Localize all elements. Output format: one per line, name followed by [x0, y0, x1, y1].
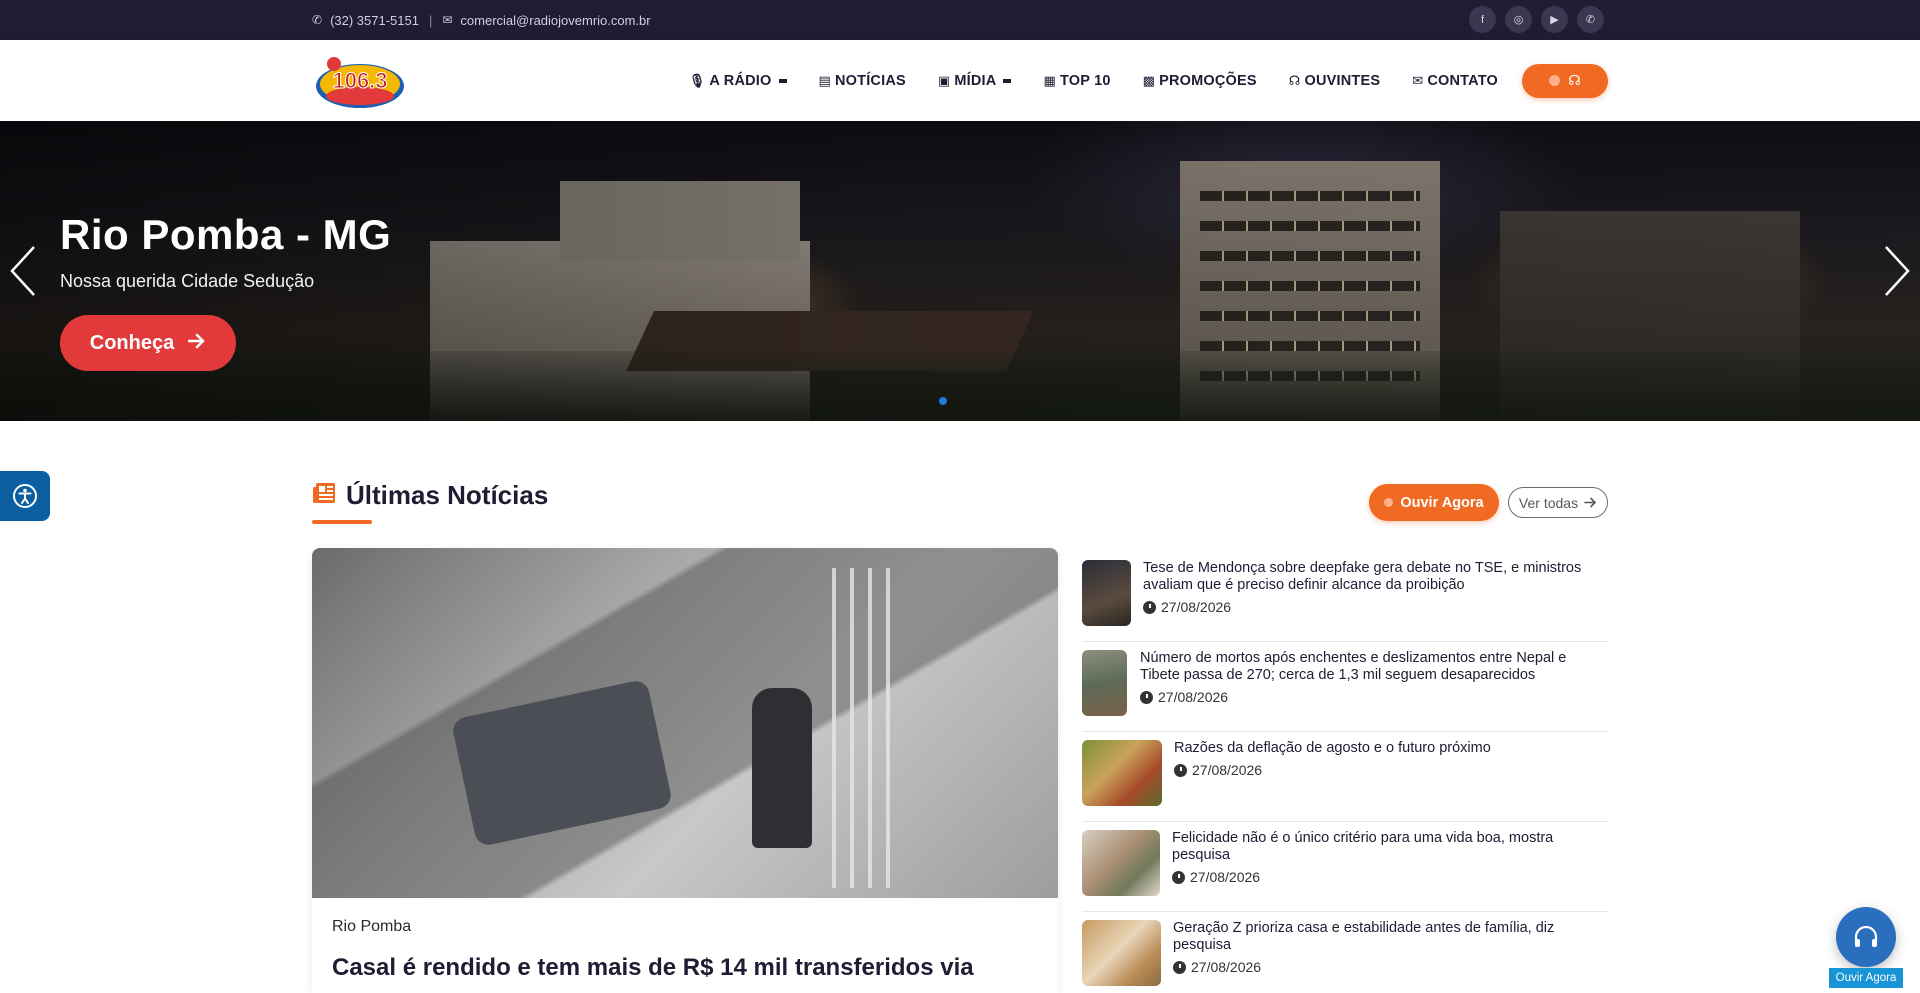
- headphones-icon: ☊: [1568, 72, 1581, 88]
- instagram-icon[interactable]: ◎: [1505, 6, 1532, 33]
- dropdown-caret-icon: [778, 78, 787, 83]
- news-list-item[interactable]: Geração Z prioriza casa e estabilidade a…: [1082, 912, 1608, 993]
- news-list: Tese de Mendonça sobre deepfake gera deb…: [1082, 552, 1608, 993]
- nav-label: PROMOÇÕES: [1159, 72, 1257, 89]
- radio-logo[interactable]: 106.3: [312, 50, 408, 112]
- nav-label: OUVINTES: [1304, 72, 1381, 89]
- facebook-icon[interactable]: f: [1469, 6, 1496, 33]
- hero-carousel: Rio Pomba - MG Nossa querida Cidade Sedu…: [0, 121, 1920, 421]
- accessibility-button[interactable]: [0, 471, 50, 521]
- carousel-indicator[interactable]: [939, 397, 947, 405]
- live-dot: [1384, 498, 1394, 507]
- nav-noticias[interactable]: ▤ NOTÍCIAS: [803, 73, 922, 89]
- news-date: 27/08/2026: [1192, 762, 1263, 778]
- nav-midia[interactable]: ▣ MÍDIA: [922, 73, 1028, 89]
- chevron-right-icon: [1885, 246, 1910, 296]
- nav-label: NOTÍCIAS: [835, 72, 906, 89]
- envelope-icon: ✉: [442, 13, 453, 27]
- hero-subtitle: Nossa querida Cidade Sedução: [60, 271, 315, 291]
- clock-icon: [1143, 600, 1156, 614]
- news-list-item[interactable]: Número de mortos após enchentes e desliz…: [1082, 642, 1608, 732]
- carousel-next-button[interactable]: [1882, 243, 1912, 299]
- featured-news-headline[interactable]: Casal é rendido e tem mais de R$ 14 mil …: [332, 952, 1032, 984]
- nav-promocoes[interactable]: ▩ PROMOÇÕES: [1127, 73, 1273, 89]
- nav-label: A RÁDIO: [709, 72, 772, 89]
- chevron-left-icon: [10, 246, 35, 296]
- featured-news-image: [312, 548, 1058, 898]
- news-title[interactable]: Felicidade não é o único critério para u…: [1172, 830, 1608, 864]
- accessibility-icon: [13, 484, 37, 508]
- section-header: Últimas Notícias: [312, 480, 548, 511]
- arrow-right-icon: [187, 332, 206, 355]
- listen-now-button[interactable]: Ouvir Agora: [1369, 484, 1499, 521]
- envelope-icon: ✉: [1412, 72, 1424, 88]
- hero-cta-button[interactable]: Conheça: [60, 315, 236, 371]
- newspaper-icon: [312, 482, 336, 509]
- images-icon: ▣: [937, 72, 951, 88]
- nav-a-radio[interactable]: 🎙 A RÁDIO: [673, 73, 803, 89]
- nav-top10[interactable]: ▦ TOP 10: [1027, 73, 1126, 89]
- news-thumbnail: [1082, 560, 1131, 626]
- featured-news-category: Rio Pomba: [332, 918, 412, 935]
- youtube-icon[interactable]: ▶: [1541, 6, 1568, 33]
- newspaper-icon: ▤: [818, 72, 831, 88]
- carousel-prev-button[interactable]: [8, 243, 38, 299]
- whatsapp-icon[interactable]: ✆: [1577, 6, 1604, 33]
- live-player-button[interactable]: ☊: [1522, 63, 1608, 98]
- see-all-label: Ver todas: [1518, 494, 1579, 511]
- listen-now-label: Ouvir Agora: [1400, 494, 1484, 511]
- news-date: 27/08/2026: [1161, 599, 1232, 615]
- phone-number[interactable]: (32) 3571-5151: [330, 13, 419, 28]
- social-links: f ◎ ▶ ✆: [1469, 6, 1604, 33]
- news-title[interactable]: Tese de Mendonça sobre deepfake gera deb…: [1143, 560, 1608, 594]
- news-list-item[interactable]: Tese de Mendonça sobre deepfake gera deb…: [1082, 552, 1608, 642]
- calendar-icon: ▦: [1043, 72, 1056, 88]
- clock-icon: [1173, 960, 1186, 974]
- news-date: 27/08/2026: [1158, 689, 1229, 705]
- phone-icon: ✆: [312, 13, 323, 27]
- arrow-right-icon: [1584, 495, 1597, 511]
- floating-player-label[interactable]: Ouvir Agora: [1829, 968, 1903, 988]
- clock-icon: [1140, 690, 1153, 704]
- gift-icon: ▩: [1142, 72, 1156, 88]
- news-thumbnail: [1082, 920, 1161, 986]
- news-date: 27/08/2026: [1191, 959, 1262, 975]
- nav-contato[interactable]: ✉ CONTATO: [1396, 73, 1514, 89]
- nav-label: TOP 10: [1059, 72, 1111, 89]
- separator: |: [428, 12, 433, 28]
- dropdown-caret-icon: [1003, 78, 1012, 83]
- news-title[interactable]: Número de mortos após enchentes e desliz…: [1140, 650, 1608, 684]
- top-bar: ✆ (32) 3571-5151 | ✉ comercial@radiojove…: [0, 0, 1920, 40]
- see-all-button[interactable]: Ver todas: [1508, 487, 1608, 518]
- news-title[interactable]: Geração Z prioriza casa e estabilidade a…: [1173, 920, 1608, 954]
- logo-text: 106.3: [332, 68, 387, 93]
- headphones-icon: ☊: [1288, 72, 1301, 88]
- clock-icon: [1174, 763, 1187, 777]
- nav-label: CONTATO: [1427, 72, 1498, 89]
- hero-cta-label: Conheça: [89, 331, 175, 354]
- main-navbar: 106.3 🎙 A RÁDIO ▤ NOTÍCIAS ▣ MÍDIA ▦ TOP…: [0, 40, 1920, 121]
- news-list-item[interactable]: Felicidade não é o único critério para u…: [1082, 822, 1608, 912]
- news-date: 27/08/2026: [1190, 869, 1261, 885]
- nav-ouvintes[interactable]: ☊ OUVINTES: [1273, 73, 1396, 89]
- featured-news-card[interactable]: Rio Pomba Casal é rendido e tem mais de …: [312, 548, 1058, 993]
- hero-title: Rio Pomba - MG: [60, 211, 392, 258]
- nav-label: MÍDIA: [954, 72, 997, 89]
- contact-info: ✆ (32) 3571-5151 | ✉ comercial@radiojove…: [312, 0, 651, 40]
- floating-player-button[interactable]: [1836, 907, 1896, 967]
- news-thumbnail: [1082, 740, 1162, 806]
- headphones-icon: [1854, 925, 1878, 947]
- news-thumbnail: [1082, 650, 1127, 716]
- news-thumbnail: [1082, 830, 1160, 896]
- section-underline: [312, 520, 372, 524]
- nav-menu: 🎙 A RÁDIO ▤ NOTÍCIAS ▣ MÍDIA ▦ TOP 10 ▩ …: [673, 40, 1608, 121]
- live-dot: [1549, 75, 1561, 86]
- news-list-item[interactable]: Razões da deflação de agosto e o futuro …: [1082, 732, 1608, 822]
- email-address[interactable]: comercial@radiojovemrio.com.br: [460, 13, 650, 28]
- clock-icon: [1172, 870, 1185, 884]
- section-title: Últimas Notícias: [346, 480, 549, 510]
- news-title[interactable]: Razões da deflação de agosto e o futuro …: [1174, 740, 1608, 757]
- microphone-icon: 🎙: [688, 72, 706, 88]
